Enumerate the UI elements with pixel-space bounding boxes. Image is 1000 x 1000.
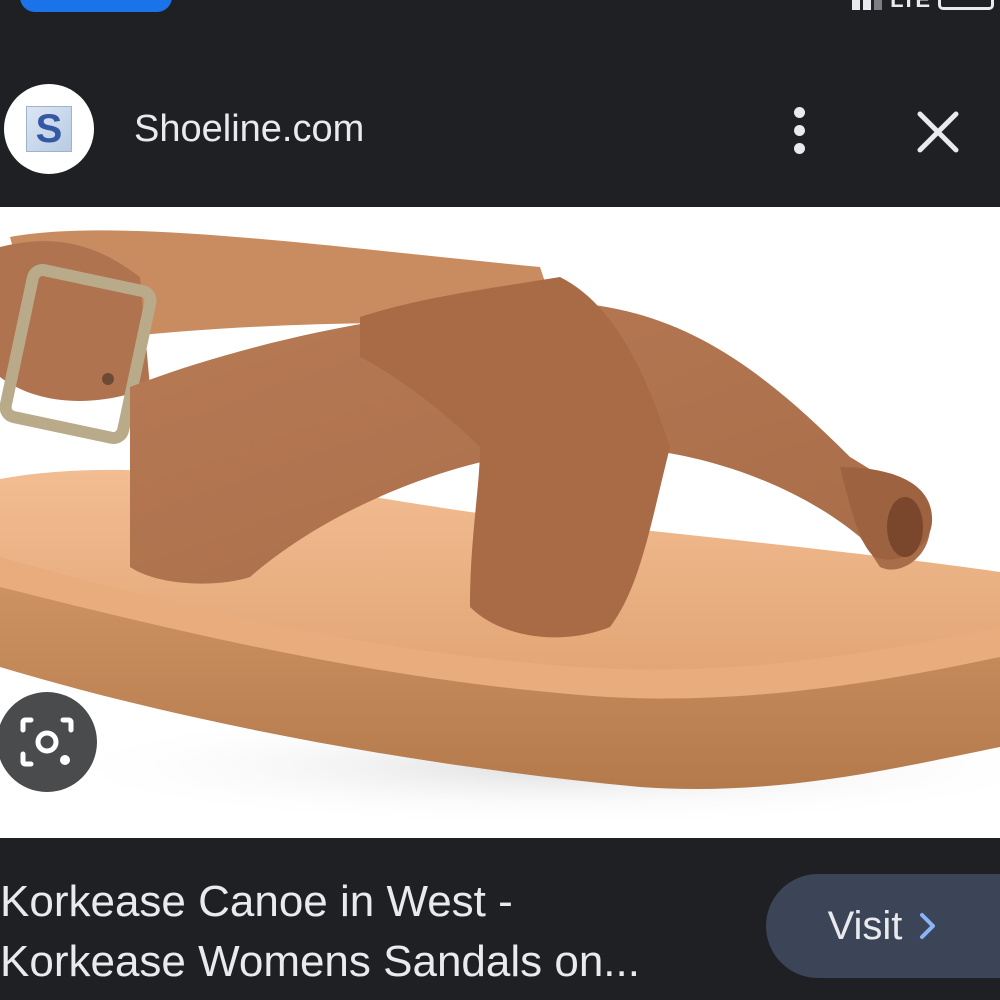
caption-line-1: Korkease Canoe in West - [0, 877, 513, 926]
camera-search-icon [20, 717, 74, 767]
chevron-right-icon [920, 913, 936, 939]
result-header: S Shoeline.com [0, 70, 1000, 192]
battery-icon [938, 0, 994, 10]
product-image[interactable] [0, 207, 1000, 838]
caption-line-2: Korkease Womens Sandals on... [0, 937, 640, 986]
site-logo-letter: S [26, 106, 72, 152]
sandal-image [0, 230, 1000, 827]
lens-button[interactable] [0, 692, 97, 792]
result-caption[interactable]: Korkease Canoe in West - Korkease Womens… [0, 872, 740, 992]
signal-icon [852, 0, 883, 10]
site-logo[interactable]: S [4, 84, 94, 174]
more-vert-icon [793, 106, 805, 118]
site-name[interactable]: Shoeline.com [134, 108, 364, 151]
visit-label: Visit [827, 903, 903, 948]
visit-button[interactable]: Visit [766, 874, 1000, 978]
more-options-button[interactable] [774, 98, 824, 162]
status-bar: LTE [0, 0, 1000, 14]
status-indicators: LTE [852, 0, 994, 11]
status-pill [20, 0, 172, 12]
close-button[interactable] [910, 104, 966, 160]
close-icon [917, 111, 959, 153]
network-type: LTE [890, 0, 930, 11]
